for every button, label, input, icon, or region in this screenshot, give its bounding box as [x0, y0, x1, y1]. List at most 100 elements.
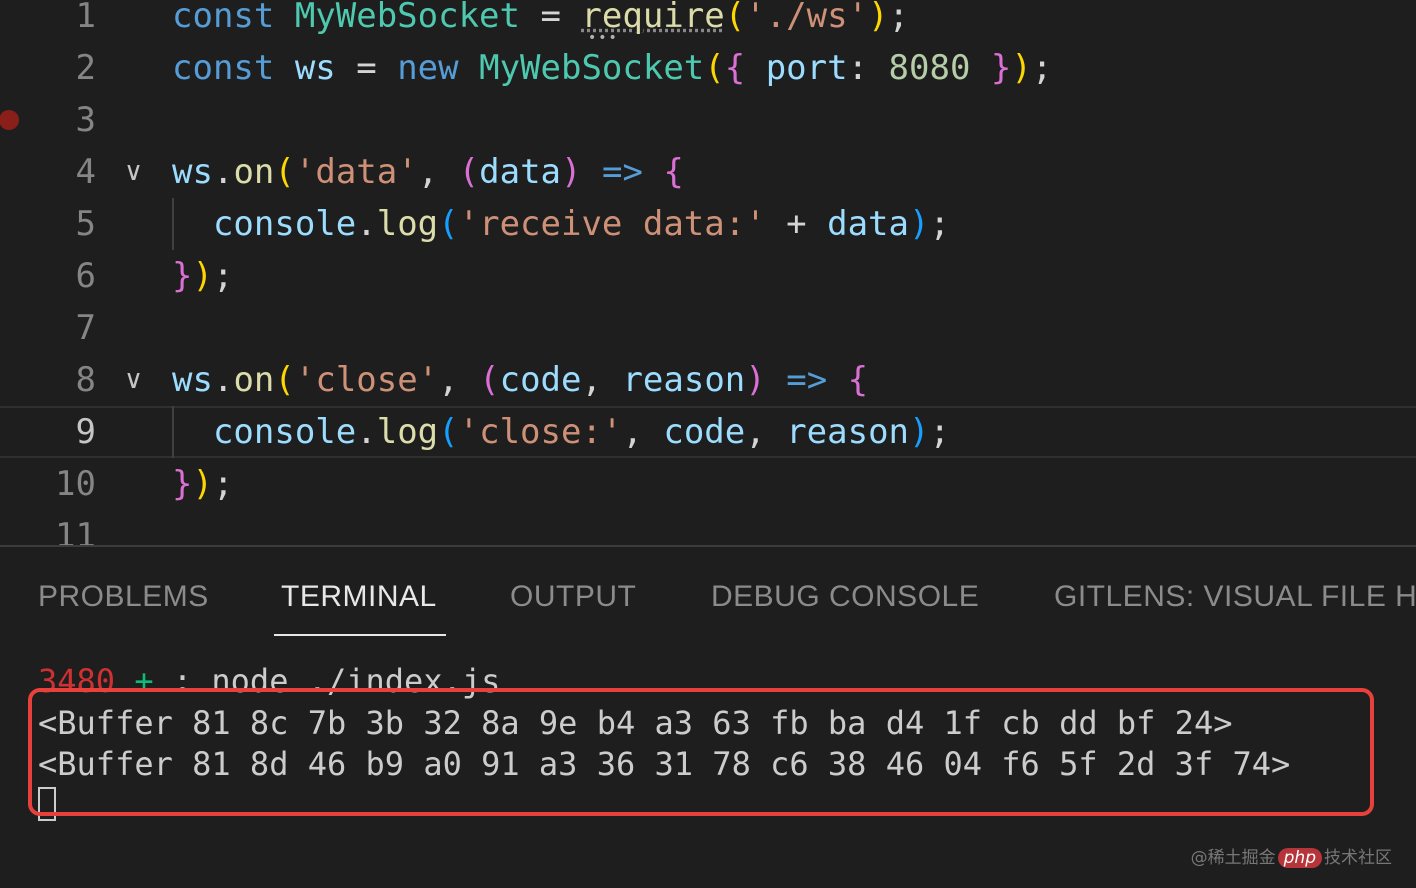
code-token: ;	[929, 204, 950, 244]
code-token: console	[172, 412, 357, 452]
line-number: 10	[55, 464, 96, 504]
code-text: ws.on('data', (data) => {	[172, 146, 684, 198]
code-token: .	[212, 152, 234, 192]
code-token: const	[172, 0, 295, 36]
code-token: on	[233, 360, 275, 400]
code-line[interactable]: 8 ∨ ws.on('close', (code, reason) => {	[0, 354, 1416, 406]
active-tab-indicator	[274, 634, 446, 636]
code-token: data	[827, 204, 909, 244]
code-token: )	[908, 204, 930, 244]
tab-debug-console[interactable]: DEBUG CONSOLE	[711, 580, 979, 614]
code-token: const	[172, 48, 295, 88]
php-badge: php	[1277, 848, 1322, 868]
chevron-down-icon[interactable]: ∨	[124, 146, 143, 198]
code-token: =	[335, 48, 398, 88]
vscode-window: ••• 1 const MyWebSocket = require('./ws')…	[0, 0, 1416, 888]
code-token: ,	[581, 360, 623, 400]
line-number: 6	[75, 256, 96, 296]
code-token: (	[458, 152, 480, 192]
code-token: ws	[294, 48, 336, 88]
code-token: ;	[212, 464, 234, 504]
code-token: ws	[172, 360, 213, 400]
line-number: 7	[75, 308, 96, 348]
code-token: ;	[1031, 48, 1053, 88]
code-token: ,	[417, 152, 459, 192]
watermark-suffix: 技术社区	[1324, 848, 1392, 868]
tab-problems[interactable]: PROBLEMS	[38, 580, 209, 614]
code-token: .	[212, 360, 234, 400]
line-number: 3	[75, 100, 96, 140]
code-text: const MyWebSocket = require('./ws');	[172, 0, 909, 42]
line-number: 5	[75, 204, 96, 244]
code-token: ;	[212, 256, 234, 296]
code-text: });	[172, 250, 233, 302]
code-token: (	[704, 48, 725, 88]
code-token: port	[765, 48, 848, 88]
line-number: 4	[75, 152, 96, 192]
code-token: )	[192, 256, 213, 296]
breakpoint-icon[interactable]	[0, 110, 19, 130]
code-line[interactable]: 10});	[0, 458, 1416, 510]
code-token: console	[172, 204, 357, 244]
watermark-prefix: @稀土掘金	[1190, 848, 1276, 868]
code-token: './ws'	[745, 0, 869, 36]
code-line[interactable]: 7	[0, 302, 1416, 354]
code-line[interactable]: 3	[0, 94, 1416, 146]
code-token: }	[172, 464, 193, 504]
tab-gitlens-visual-file-history[interactable]: GITLENS: VISUAL FILE HISTORY	[1054, 580, 1416, 614]
code-line[interactable]: 6});	[0, 250, 1416, 302]
code-line[interactable]: 2 const ws = new MyWebSocket({ port: 8080…	[0, 42, 1416, 94]
code-token: (	[274, 360, 295, 400]
code-token: (	[724, 0, 746, 36]
code-text: console.log('receive data:' + data);	[172, 198, 950, 250]
code-token: =>	[581, 152, 664, 192]
code-token: MyWebSocket	[479, 48, 705, 88]
code-token: MyWebSocket	[294, 0, 520, 36]
code-text: });	[172, 458, 233, 510]
code-line[interactable]: 1 const MyWebSocket = require('./ws');	[0, 0, 1416, 42]
code-token: code	[663, 412, 746, 452]
code-token: log	[376, 204, 439, 244]
code-line[interactable]: 11	[0, 510, 1416, 545]
code-token: {	[847, 360, 869, 400]
line-number: 9	[75, 412, 96, 452]
code-line[interactable]: 4 ∨ ws.on('data', (data) => {	[0, 146, 1416, 198]
code-text: const ws = new MyWebSocket({ port: 8080 …	[172, 42, 1052, 94]
code-line[interactable]: 5 console.log('receive data:' + data);	[0, 198, 1416, 250]
line-number: 11	[55, 516, 96, 545]
code-text: console.log('close:', code, reason);	[172, 406, 950, 458]
code-token: :	[847, 48, 889, 88]
code-token: ,	[745, 412, 787, 452]
code-token: 'close'	[294, 360, 439, 400]
code-token: =>	[765, 360, 848, 400]
output-highlight-box	[28, 688, 1374, 816]
code-token: log	[376, 412, 439, 452]
code-token: on	[233, 152, 275, 192]
code-token: reason	[786, 412, 910, 452]
code-token: require	[581, 0, 725, 36]
code-token: )	[909, 412, 930, 452]
code-token: ,	[622, 412, 664, 452]
code-token: new	[397, 48, 480, 88]
code-token: 'receive data:'	[458, 204, 766, 244]
code-token: 'close:'	[458, 412, 623, 452]
code-token: )	[1011, 48, 1032, 88]
code-token: {	[663, 152, 684, 192]
code-token: (	[438, 204, 459, 244]
chevron-down-icon[interactable]: ∨	[124, 354, 143, 406]
code-token: )	[192, 464, 213, 504]
code-token: 8080	[888, 48, 971, 88]
code-token: }	[970, 48, 1012, 88]
code-token: 'data'	[294, 152, 418, 192]
code-token: =	[520, 0, 582, 36]
tab-terminal[interactable]: TERMINAL	[281, 580, 437, 614]
tab-output[interactable]: OUTPUT	[510, 580, 636, 614]
code-token: ws	[172, 152, 213, 192]
code-editor[interactable]: ••• 1 const MyWebSocket = require('./ws')…	[0, 0, 1416, 545]
line-number: 1	[75, 0, 96, 36]
code-token: }	[172, 256, 193, 296]
code-line[interactable]: 9 console.log('close:', code, reason);	[0, 406, 1416, 458]
code-token: reason	[622, 360, 746, 400]
code-token: ,	[438, 360, 480, 400]
code-token: .	[356, 412, 377, 452]
